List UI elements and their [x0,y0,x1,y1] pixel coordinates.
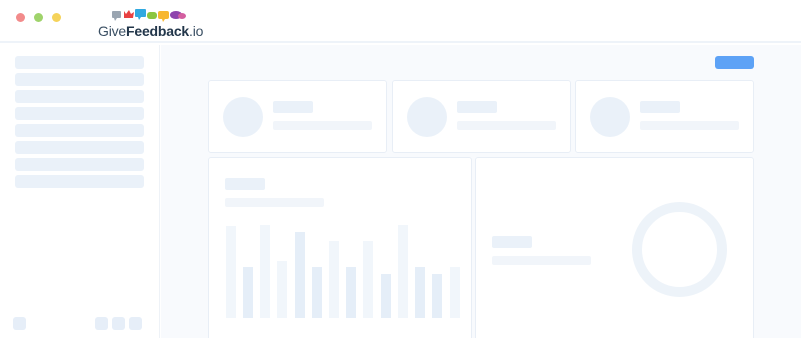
sidebar-item-placeholder[interactable] [15,175,144,188]
sidebar-item-placeholder[interactable] [15,158,144,171]
stat-title-placeholder [640,101,680,113]
chart-bar-placeholder [243,267,253,318]
stat-card-placeholder [392,80,571,153]
sidebar [0,45,160,338]
chart-bar-placeholder [260,225,270,318]
chart-bar-placeholder [381,274,391,318]
chart-bar-placeholder [277,261,287,318]
stat-subtitle-placeholder [273,121,372,130]
chart-bar-placeholder [415,267,425,318]
stat-subtitle-placeholder [640,121,739,130]
chart-bar-placeholder [226,226,236,318]
stat-avatar-placeholder [590,97,630,137]
stat-avatar-placeholder [407,97,447,137]
chart-bar-placeholder [346,267,356,318]
chart-title-placeholder [225,178,265,190]
chart-bar-placeholder [363,241,373,318]
chart-subtitle-placeholder [225,198,324,207]
close-window-button[interactable] [16,13,25,22]
donut-ring-placeholder [632,202,727,297]
chart-bar-placeholder [450,267,460,318]
stat-card-placeholder [575,80,754,153]
sidebar-item-placeholder[interactable] [15,141,144,154]
sidebar-item-placeholder[interactable] [15,107,144,120]
donut-subtitle-placeholder [492,256,591,265]
sidebar-footer-icon-placeholder[interactable] [112,317,125,330]
sidebar-item-placeholder[interactable] [15,56,144,69]
stat-title-placeholder [457,101,497,113]
chart-bar-placeholder [398,225,408,318]
sidebar-footer-icon-placeholder[interactable] [129,317,142,330]
primary-action-button-placeholder[interactable] [715,56,754,69]
sidebar-footer-icon-placeholder[interactable] [13,317,26,330]
bar-chart-placeholder [225,222,465,318]
logo-prefix: Give [98,23,126,39]
stat-title-placeholder [273,101,313,113]
stat-card-placeholder [208,80,387,153]
logo-bold: Feedback [126,23,189,39]
chart-bar-placeholder [432,274,442,318]
speech-bubbles-icon [112,9,186,22]
stat-subtitle-placeholder [457,121,556,130]
logo-suffix: .io [189,23,204,39]
stat-avatar-placeholder [223,97,263,137]
donut-title-placeholder [492,236,532,248]
chart-bar-placeholder [329,241,339,318]
givefeedback-logo[interactable]: GiveFeedback.io [98,8,208,40]
sidebar-item-placeholder[interactable] [15,90,144,103]
sidebar-item-placeholder[interactable] [15,124,144,137]
chart-bar-placeholder [312,267,322,318]
maximize-window-button[interactable] [52,13,61,22]
sidebar-item-placeholder[interactable] [15,73,144,86]
bar-chart-card-placeholder [208,157,472,338]
chart-bar-placeholder [295,232,305,318]
sidebar-footer-icon-placeholder[interactable] [95,317,108,330]
minimize-window-button[interactable] [34,13,43,22]
logo-wordmark: GiveFeedback.io [98,22,203,40]
window-titlebar: GiveFeedback.io [0,0,801,43]
